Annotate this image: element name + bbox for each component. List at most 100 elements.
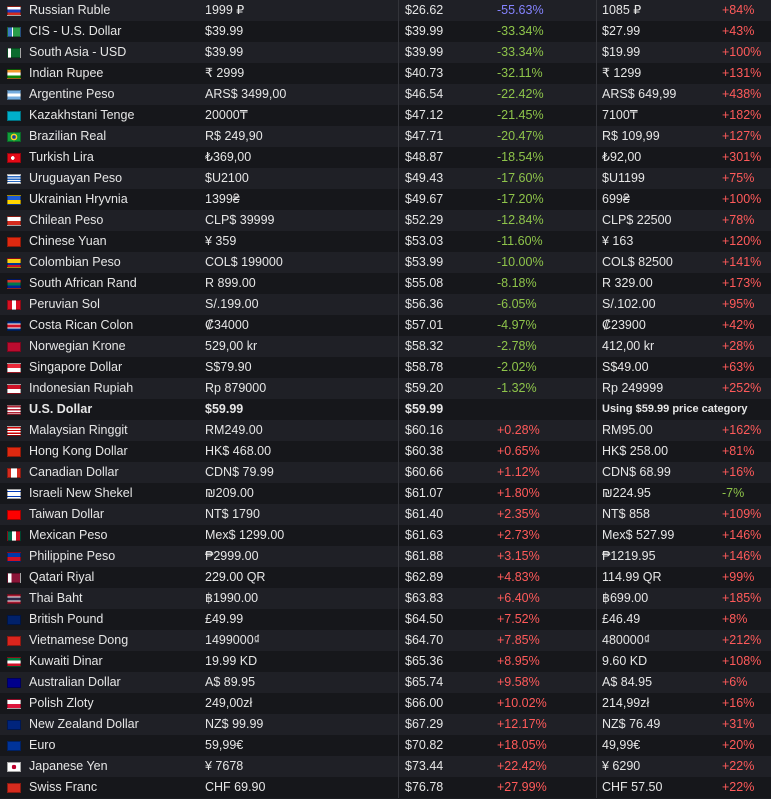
currency-name: Mexican Peso — [29, 528, 108, 542]
recommended-difference: +16% — [722, 465, 755, 479]
flag-il-icon — [7, 488, 21, 499]
price-difference: -12.84% — [497, 213, 544, 227]
table-row: Chinese Yuan ¥ 359 $53.03 -11.60% ¥ 163 +120% — [0, 231, 771, 252]
currency-name: Indian Rupee — [29, 66, 104, 80]
table-row: Malaysian Ringgit RM249.00 $60.16 +0.28% RM9… — [0, 420, 771, 441]
price-difference: -21.45% — [497, 108, 544, 122]
price-difference: +2.73% — [497, 528, 540, 542]
recommended-difference: +438% — [722, 87, 762, 101]
price-difference: +1.80% — [497, 486, 540, 500]
local-price: S$79.90 — [205, 360, 252, 374]
currency-name: Brazilian Real — [29, 129, 107, 143]
local-price: Mex$ 1299.00 — [205, 528, 285, 542]
table-row: Argentine Peso ARS$ 3499,00 $46.54 -22.42% A… — [0, 84, 771, 105]
usd-price: $66.00 — [398, 693, 497, 714]
usd-price: $63.83 — [398, 588, 497, 609]
price-difference: +12.17% — [497, 717, 547, 731]
usd-price: $48.87 — [398, 147, 497, 168]
currency-name: New Zealand Dollar — [29, 717, 139, 731]
table-row: Uruguayan Peso $U2100 $49.43 -17.60% $U1199 +… — [0, 168, 771, 189]
flag-cn-icon — [7, 236, 21, 247]
table-row: South African Rand R 899.00 $55.08 -8.18% R … — [0, 273, 771, 294]
recommended-price: 699₴ — [596, 189, 719, 210]
flag-in-icon — [7, 68, 21, 79]
price-difference: +27.99% — [497, 780, 547, 794]
recommended-difference: +212% — [722, 633, 762, 647]
recommended-difference: +81% — [722, 444, 755, 458]
flag-pe-icon — [7, 299, 21, 310]
recommended-price: 480000₫ — [596, 630, 719, 651]
local-price: CHF 69.90 — [205, 780, 266, 794]
recommended-price: S/.102.00 — [596, 294, 719, 315]
recommended-price: Mex$ 527.99 — [596, 525, 719, 546]
table-row: Vietnamese Dong 1499000₫ $64.70 +7.85% 48000… — [0, 630, 771, 651]
usd-price: $55.08 — [398, 273, 497, 294]
currency-name-cell: Uruguayan Peso — [0, 168, 199, 189]
currency-name-cell: Qatari Riyal — [0, 567, 199, 588]
price-difference: +3.15% — [497, 549, 540, 563]
recommended-difference: +28% — [722, 339, 755, 353]
currency-name: Indonesian Rupiah — [29, 381, 134, 395]
local-price: S/.199.00 — [205, 297, 259, 311]
flag-hk-icon — [7, 446, 21, 457]
price-difference: -17.60% — [497, 171, 544, 185]
usd-price: $57.01 — [398, 315, 497, 336]
usd-price: $67.29 — [398, 714, 497, 735]
recommended-difference: +131% — [722, 66, 762, 80]
flag-ca-icon — [7, 467, 21, 478]
flag-cr-icon — [7, 320, 21, 331]
recommended-price: 7100₸ — [596, 105, 719, 126]
usd-price: $61.88 — [398, 546, 497, 567]
table-row: Thai Baht ฿1990.00 $63.83 +6.40% ฿699.00 +185… — [0, 588, 771, 609]
usd-price: $49.67 — [398, 189, 497, 210]
recommended-price: NT$ 858 — [596, 504, 719, 525]
table-row: Swiss Franc CHF 69.90 $76.78 +27.99% CHF 57.… — [0, 777, 771, 798]
usd-price: $53.99 — [398, 252, 497, 273]
table-row: Australian Dollar A$ 89.95 $65.74 +9.58% A$ … — [0, 672, 771, 693]
table-row: Colombian Peso COL$ 199000 $53.99 -10.00% CO… — [0, 252, 771, 273]
local-price: ¥ 7678 — [205, 759, 244, 773]
currency-name: Russian Ruble — [29, 3, 111, 17]
price-difference: +4.83% — [497, 570, 540, 584]
recommended-difference: +100% — [722, 192, 762, 206]
local-price: ฿1990.00 — [205, 591, 259, 605]
usd-price: $64.50 — [398, 609, 497, 630]
flag-ch-icon — [7, 782, 21, 793]
table-row: Polish Zloty 249,00zł $66.00 +10.02% 214,99z… — [0, 693, 771, 714]
table-row: Russian Ruble 1999 ₽ $26.62 -55.63% 1085 ₽ +8… — [0, 0, 771, 21]
recommended-difference: +78% — [722, 213, 755, 227]
currency-name: Peruvian Sol — [29, 297, 100, 311]
recommended-price: R$ 109,99 — [596, 126, 719, 147]
local-price: $U2100 — [205, 171, 249, 185]
table-row: Peruvian Sol S/.199.00 $56.36 -6.05% S/.102.… — [0, 294, 771, 315]
table-row: Singapore Dollar S$79.90 $58.78 -2.02% S$49.… — [0, 357, 771, 378]
currency-name: Argentine Peso — [29, 87, 115, 101]
table-row: New Zealand Dollar NZ$ 99.99 $67.29 +12.17%… — [0, 714, 771, 735]
recommended-price: ₪224.95 — [596, 483, 719, 504]
currency-name-cell: Chinese Yuan — [0, 231, 199, 252]
usd-price: $65.36 — [398, 651, 497, 672]
recommended-price: HK$ 258.00 — [596, 441, 719, 462]
usd-price: $73.44 — [398, 756, 497, 777]
price-difference: -20.47% — [497, 129, 544, 143]
recommended-price: ₡23900 — [596, 315, 719, 336]
usd-price: $60.66 — [398, 462, 497, 483]
flag-ar-icon — [7, 89, 21, 100]
recommended-price: CLP$ 22500 — [596, 210, 719, 231]
price-difference: -2.02% — [497, 360, 537, 374]
price-difference: -11.60% — [497, 234, 543, 248]
flag-tw-icon — [7, 509, 21, 520]
recommended-price: 412,00 kr — [596, 336, 719, 357]
local-price: R 899.00 — [205, 276, 256, 290]
local-price: 59,99€ — [205, 738, 244, 752]
local-price: 19.99 KD — [205, 654, 258, 668]
local-price: ₺369,00 — [205, 150, 252, 164]
recommended-difference: +8% — [722, 612, 748, 626]
recommended-price: A$ 84.95 — [596, 672, 719, 693]
regional-price-table: Russian Ruble 1999 ₽ $26.62 -55.63% 1085 ₽ +8… — [0, 0, 771, 798]
flag-au-icon — [7, 677, 21, 688]
usd-price: $62.89 — [398, 567, 497, 588]
currency-name-cell: Brazilian Real — [0, 126, 199, 147]
local-price: CDN$ 79.99 — [205, 465, 274, 479]
recommended-price: 9.60 KD — [596, 651, 719, 672]
